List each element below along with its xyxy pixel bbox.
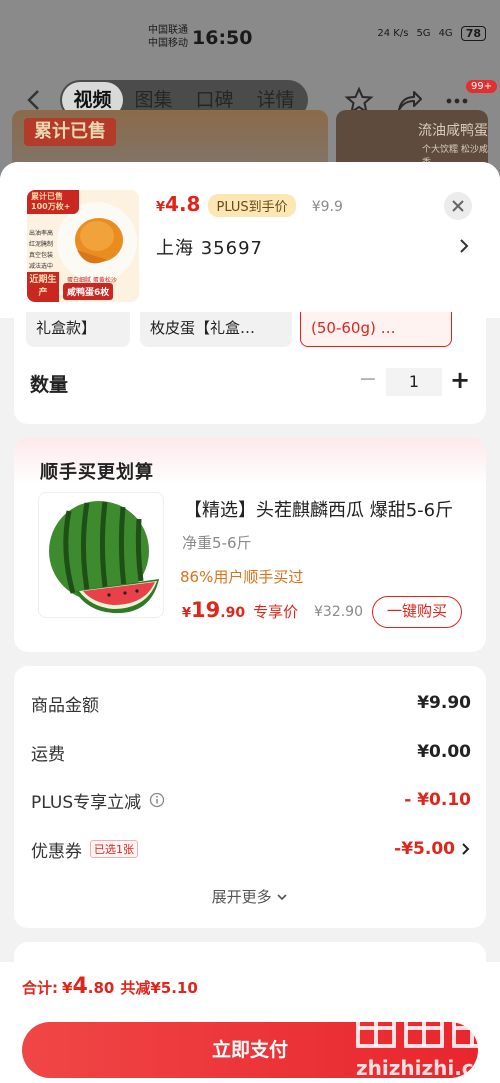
summary-row-plus-discount: PLUS专享立减 - ¥0.10 xyxy=(31,790,471,813)
thumb-sold-tag: 累计已售100万枚+ xyxy=(27,190,79,214)
upsell-purchase-rate: 86%用户顺手买过 xyxy=(180,568,304,586)
variant-chip[interactable]: 枚皮蛋【礼盒… xyxy=(140,312,292,347)
watermelon-image xyxy=(49,501,159,614)
chevron-right-icon[interactable] xyxy=(457,236,471,256)
upsell-product-image[interactable] xyxy=(38,492,164,618)
battery-icon: 78 xyxy=(460,26,486,41)
upsell-weight: 净重5-6斤 xyxy=(182,534,252,552)
plus-price-tag: PLUS到手价 xyxy=(208,194,296,217)
summary-row-shipping: 运费 ¥0.00 xyxy=(31,742,471,765)
expand-more-button[interactable]: 展开更多 xyxy=(14,886,486,907)
total-label: 合计: xyxy=(22,979,58,997)
quantity-input[interactable]: 1 xyxy=(386,368,442,396)
close-icon[interactable] xyxy=(444,192,472,220)
one-click-buy-button[interactable]: 一键购买 xyxy=(372,596,462,628)
quantity-increase-button[interactable]: + xyxy=(448,366,472,396)
quantity-label: 数量 xyxy=(30,374,69,396)
banner-side-title: 流油咸鸭蛋 xyxy=(418,123,488,139)
notification-badge: 99+ xyxy=(466,80,498,93)
thumb-recent-badge: 近期生产 xyxy=(27,272,59,302)
thumb-product-name: 咸鸭蛋6枚 xyxy=(63,283,114,300)
price-row: ¥ 4.8 PLUS到手价 ¥9.9 xyxy=(156,192,343,217)
signal-4g-icon: 4G xyxy=(438,28,453,39)
signal-5g-icon: 5G xyxy=(416,28,431,39)
purchase-sheet: 累计已售100万枚+ 出油率高 红泥腌制 真空包装 减法选中 蛋白细腻 蛋黄松沙… xyxy=(0,162,500,1083)
chevron-right-icon[interactable] xyxy=(461,841,471,857)
variant-chip-selected[interactable]: (50-60g) … xyxy=(300,312,452,347)
product-thumbnail[interactable]: 累计已售100万枚+ 出油率高 红泥腌制 真空包装 减法选中 蛋白细腻 蛋黄松沙… xyxy=(27,190,139,302)
back-arrow-icon[interactable] xyxy=(24,88,44,112)
network-speed: 24 K/s xyxy=(377,28,409,39)
clock: 16:50 xyxy=(192,27,253,49)
variant-chip[interactable]: 礼盒款】 xyxy=(26,312,130,347)
coupon-selected-tag: 已选1张 xyxy=(90,840,138,858)
summary-row-coupon[interactable]: 优惠券 已选1张 -¥5.00 xyxy=(31,834,471,864)
upsell-product-name[interactable]: 【精选】头茬麒麟西瓜 爆甜5-6斤 xyxy=(184,496,466,522)
original-price: ¥9.9 xyxy=(311,199,343,215)
watermark-text: zhizhizhi.com xyxy=(356,1056,500,1080)
info-icon[interactable] xyxy=(149,792,165,808)
system-icons: 24 K/s 5G 4G 78 xyxy=(377,26,486,41)
carrier-names: 中国联通 中国移动 xyxy=(148,25,188,49)
quantity-decrease-button[interactable]: − xyxy=(356,368,380,394)
price-value: 4.8 xyxy=(165,192,201,216)
chevron-down-icon xyxy=(277,894,287,901)
delivery-address[interactable]: 上海 35697 xyxy=(156,234,263,260)
thumb-feature-list: 出油率高 红泥腌制 真空包装 减法选中 xyxy=(29,230,54,270)
price-currency: ¥ xyxy=(156,200,166,215)
upsell-original-price: ¥32.90 xyxy=(314,604,363,620)
upsell-title: 顺手买更划算 xyxy=(40,462,154,483)
order-summary: 商品金额 ¥9.90 运费 ¥0.00 PLUS专享立减 - ¥0.10 优惠券… xyxy=(14,666,486,928)
banner-sold-tag: 累计已售 xyxy=(24,118,116,146)
total-saving: 共减¥5.10 xyxy=(120,979,198,997)
order-total: 合计: ¥ 4 .80 共减¥5.10 xyxy=(22,974,198,999)
upsell-price-label: 专享价 xyxy=(253,603,299,621)
upsell-card: 顺手买更划算 【精选】头茬麒麟西瓜 爆甜5-6斤 净重5-6斤 86%用户顺手买… xyxy=(14,438,486,652)
upsell-price: ¥ 19 .90 专享价 xyxy=(182,598,299,622)
summary-row-goods: 商品金额 ¥9.90 xyxy=(31,693,471,716)
status-bar: 中国联通 中国移动 16:50 24 K/s 5G 4G 78 xyxy=(0,0,500,72)
